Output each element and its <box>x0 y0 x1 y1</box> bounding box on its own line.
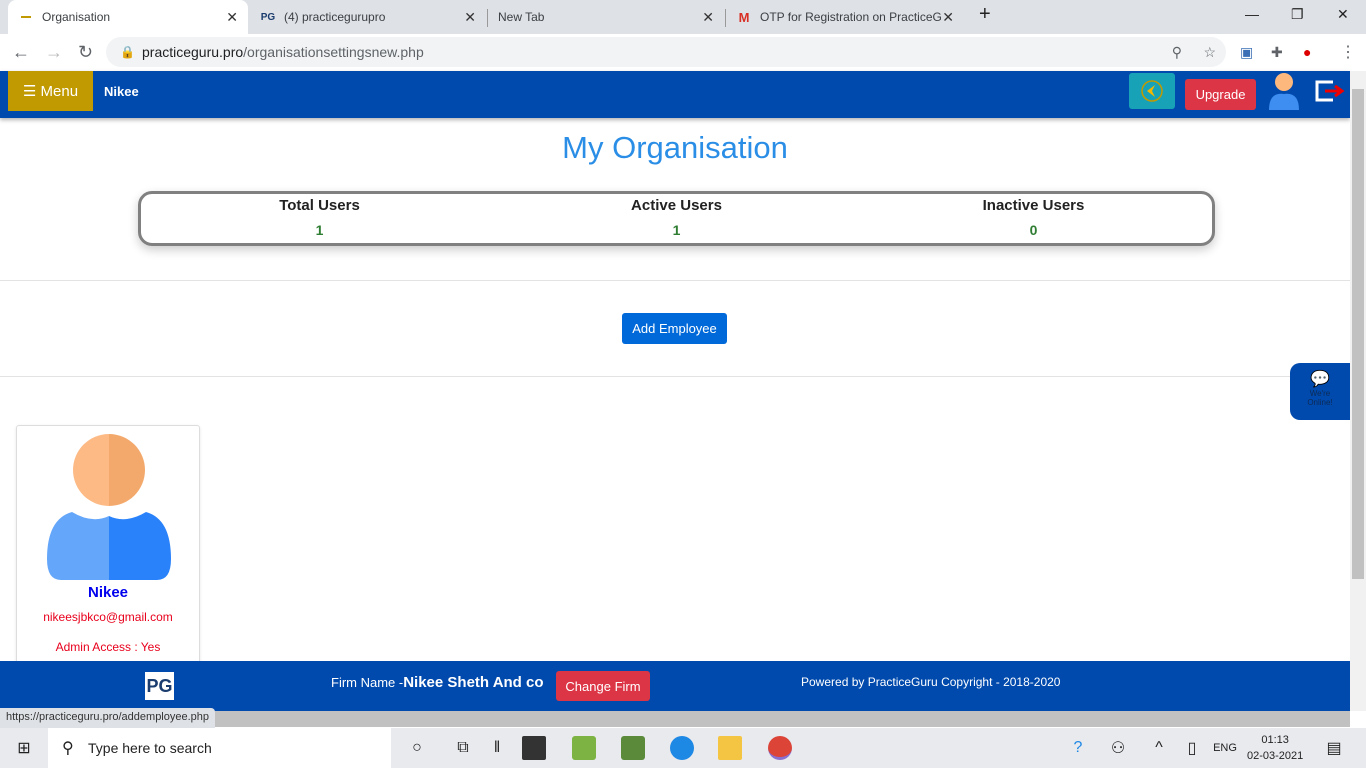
network-icon[interactable]: ▯ <box>1180 736 1204 760</box>
favicon-icon <box>18 9 34 25</box>
restore-icon[interactable]: ❐ <box>1291 6 1304 23</box>
time: 01:13 <box>1261 734 1289 746</box>
stat-total-users: Total Users 1 <box>141 194 498 243</box>
cortana-icon[interactable]: ○ <box>405 736 429 760</box>
browser-tab-bar: Organisation ✕ PG (4) practicegurupro ✕ New… <box>0 0 1366 34</box>
tab-title: Organisation <box>42 10 111 24</box>
employee-name: Nikee <box>87 584 129 601</box>
header-user-name: Nikee <box>104 84 139 99</box>
app-header: ☰ Menu Nikee Upgrade <box>0 71 1350 118</box>
divider <box>0 376 1350 377</box>
close-tab-icon[interactable]: ✕ <box>226 9 238 26</box>
employee-email: nikeesjbkco@gmail.com <box>43 610 173 624</box>
gmail-icon: M <box>738 9 750 25</box>
tab-title: (4) practicegurupro <box>284 10 386 24</box>
stat-inactive-users: Inactive Users 0 <box>855 194 1212 243</box>
windows-start-icon[interactable]: ⊞ <box>12 736 36 760</box>
notifications-icon[interactable]: ▤ <box>1322 736 1346 760</box>
chat-line1: We're <box>1309 389 1331 398</box>
divider <box>0 280 1350 281</box>
stat-label: Active Users <box>631 197 722 214</box>
stat-active-users: Active Users 1 <box>498 194 855 243</box>
scrollbar-thumb[interactable] <box>1352 89 1364 579</box>
back-icon[interactable]: ← <box>12 42 30 63</box>
edge-icon[interactable] <box>670 736 694 760</box>
tab-practicegurupro[interactable]: PG (4) practicegurupro ✕ <box>250 0 486 34</box>
forward-icon[interactable]: → <box>45 42 63 63</box>
tripadvisor-icon[interactable] <box>621 736 645 760</box>
status-url: https://practiceguru.pro/addemployee.php <box>0 708 216 728</box>
firm-prefix: Firm Name - <box>331 675 404 690</box>
browser-toolbar: ← → ↻ 🔒 practiceguru.pro/organisationset… <box>0 34 1366 71</box>
chat-line2: Online! <box>1307 398 1333 407</box>
divider-icon: ‖ <box>493 739 501 756</box>
user-stats-panel: Total Users 1 Active Users 1 Inactive User… <box>138 191 1215 246</box>
task-view-icon[interactable]: ⧉ <box>451 736 475 760</box>
upgrade-button[interactable]: Upgrade <box>1185 79 1256 110</box>
pg-favicon-icon: PG <box>260 11 276 23</box>
add-employee-button[interactable]: Add Employee <box>622 313 727 344</box>
logout-icon[interactable] <box>1315 80 1347 104</box>
search-placeholder: Type here to search <box>88 740 212 756</box>
more-icon[interactable]: ⋮ <box>1340 42 1356 62</box>
evernote-icon[interactable] <box>572 736 596 760</box>
url-path: /organisationsettingsnew.php <box>243 44 424 60</box>
puzzle-icon[interactable]: ✚ <box>1271 44 1283 61</box>
taskbar-search[interactable]: ⚲ Type here to search <box>48 728 391 768</box>
clock[interactable]: 01:13 02-03-2021 <box>1247 732 1303 764</box>
live-chat-widget[interactable]: 💬 We're Online! <box>1290 363 1350 420</box>
chevron-up-icon[interactable]: ^ <box>1147 736 1171 760</box>
taskbar: ⊞ ⚲ Type here to search ○ ⧉ ‖ ? ⚇ ^ ▯ ENG… <box>0 728 1366 768</box>
reload-icon[interactable]: ↻ <box>78 42 93 63</box>
firm-name-value: Nikee Sheth And co <box>403 674 544 691</box>
back-button[interactable] <box>1129 73 1175 109</box>
extension-icon[interactable]: ▣ <box>1240 44 1253 61</box>
vertical-scrollbar[interactable] <box>1350 71 1366 711</box>
employee-admin-access: Admin Access : Yes <box>55 640 161 654</box>
copyright: Powered by PracticeGuru Copyright - 2018… <box>801 675 1061 689</box>
profile-extension-icon[interactable]: ● <box>1303 44 1311 60</box>
footer: PG Firm Name -Nikee Sheth And co Change … <box>0 661 1350 711</box>
stat-label: Total Users <box>279 197 360 214</box>
stat-value: 1 <box>315 222 324 238</box>
address-bar[interactable]: 🔒 practiceguru.pro/organisationsettingsn… <box>106 37 1226 67</box>
language-indicator[interactable]: ENG <box>1210 736 1240 760</box>
minimize-icon[interactable]: — <box>1245 6 1259 22</box>
user-avatar-icon[interactable] <box>1266 72 1302 112</box>
new-tab-icon[interactable]: + <box>979 3 991 26</box>
stat-label: Inactive Users <box>982 197 1085 214</box>
store-icon[interactable] <box>522 736 546 760</box>
firm-name: Firm Name -Nikee Sheth And co <box>331 674 544 691</box>
tab-new-tab[interactable]: New Tab ✕ <box>488 0 724 34</box>
close-tab-icon[interactable]: ✕ <box>942 9 954 26</box>
tab-title: New Tab <box>498 10 545 24</box>
star-icon[interactable]: ☆ <box>1203 44 1216 61</box>
tab-gmail[interactable]: M OTP for Registration on PracticeG ✕ <box>726 0 964 34</box>
close-tab-icon[interactable]: ✕ <box>464 9 476 26</box>
tab-organisation[interactable]: Organisation ✕ <box>8 0 248 34</box>
tab-title: OTP for Registration on PracticeG <box>760 10 942 24</box>
help-icon[interactable]: ? <box>1066 736 1090 760</box>
menu-button[interactable]: ☰ Menu <box>8 71 93 111</box>
back-arrow-icon <box>1141 80 1163 102</box>
people-icon[interactable]: ⚇ <box>1106 736 1130 760</box>
pg-logo: PG <box>145 672 174 700</box>
chrome-icon[interactable] <box>768 736 792 760</box>
stat-value: 0 <box>1029 222 1038 238</box>
employee-avatar-icon <box>47 434 171 580</box>
url-host: practiceguru.pro <box>142 44 244 60</box>
date: 02-03-2021 <box>1247 750 1304 762</box>
close-tab-icon[interactable]: ✕ <box>702 9 714 26</box>
lock-icon: 🔒 <box>120 45 135 59</box>
stat-value: 1 <box>672 222 681 238</box>
close-window-icon[interactable]: ✕ <box>1337 6 1349 23</box>
change-firm-button[interactable]: Change Firm <box>556 671 650 701</box>
page-title: My Organisation <box>562 130 788 165</box>
file-explorer-icon[interactable] <box>718 736 742 760</box>
zoom-icon[interactable]: ⚲ <box>1172 44 1182 61</box>
chat-icon: 💬 <box>1310 371 1330 388</box>
search-icon: ⚲ <box>62 740 74 757</box>
employee-card[interactable]: Nikee nikeesjbkco@gmail.com Admin Access… <box>16 425 200 670</box>
